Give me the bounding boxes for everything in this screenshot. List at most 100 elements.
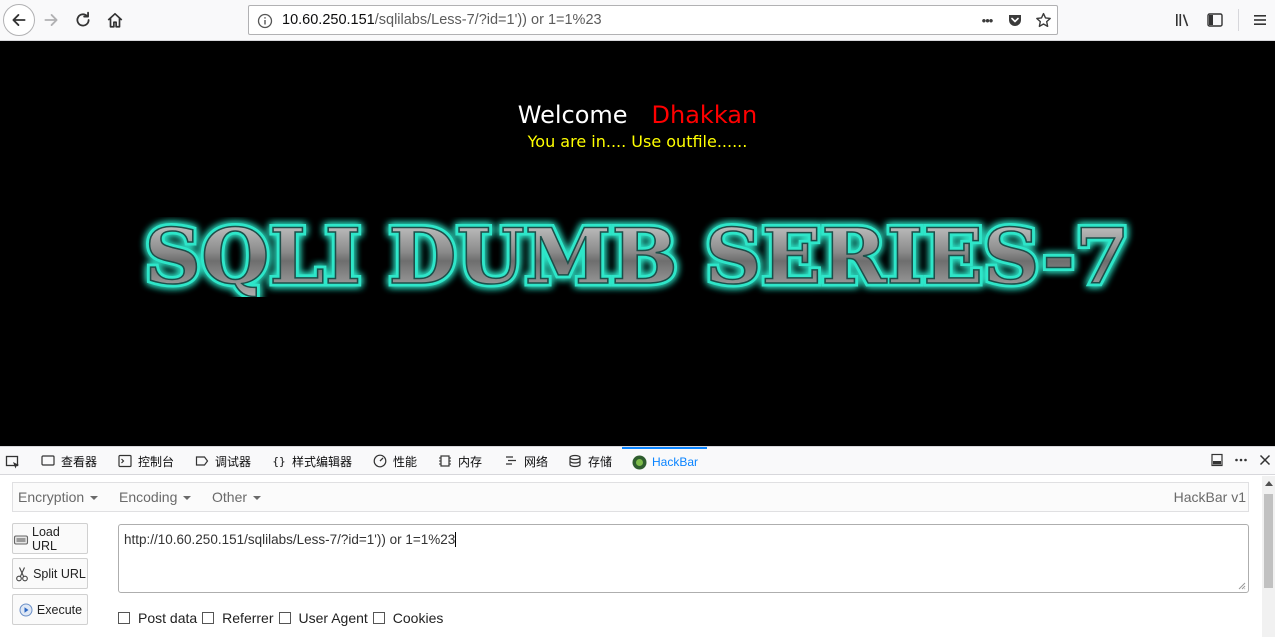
dock-button[interactable] bbox=[1209, 452, 1225, 468]
more-dots-icon: ••• bbox=[981, 12, 994, 28]
devtools-scrollbar[interactable] bbox=[1262, 476, 1275, 637]
page-content: Welcome Dhakkan You are in.... Use outfil… bbox=[0, 41, 1275, 446]
url-bar[interactable]: 10.60.250.151/sqlilabs/Less-7/?id=1')) o… bbox=[248, 5, 1058, 35]
text-cursor bbox=[455, 532, 457, 547]
menu-label: Encryption bbox=[18, 489, 85, 505]
execute-button[interactable]: Execute bbox=[12, 594, 88, 625]
pocket-button[interactable] bbox=[1005, 10, 1025, 30]
welcome-line: Welcome Dhakkan bbox=[0, 101, 1275, 129]
tab-label: 控制台 bbox=[138, 454, 175, 469]
site-info-icon[interactable] bbox=[257, 13, 273, 29]
series-banner-image: SQLI DUMB SERIES-7 SQLI DUMB SERIES-7 bbox=[141, 217, 1133, 297]
hackbar-url-textarea[interactable]: http://10.60.250.151/sqlilabs/Less-7/?id… bbox=[118, 524, 1249, 593]
split-url-button[interactable]: Split URL bbox=[12, 558, 88, 589]
storage-icon bbox=[567, 453, 583, 469]
cookies-checkbox[interactable] bbox=[372, 612, 385, 624]
tab-performance[interactable]: 性能 bbox=[372, 447, 417, 475]
menu-label: Other bbox=[212, 489, 248, 505]
referrer-checkbox[interactable] bbox=[202, 612, 215, 624]
url-text[interactable]: 10.60.250.151/sqlilabs/Less-7/?id=1')) o… bbox=[282, 12, 602, 28]
scrollbar-thumb[interactable] bbox=[1264, 494, 1273, 588]
style-editor-icon: {} bbox=[272, 454, 286, 468]
menu-button[interactable] bbox=[1249, 9, 1271, 31]
user-agent-option[interactable]: User Agent bbox=[278, 610, 368, 626]
user-name: Dhakkan bbox=[651, 101, 758, 129]
option-label: Cookies bbox=[392, 610, 444, 626]
tab-label: 存储 bbox=[588, 454, 613, 469]
post-data-option[interactable]: Post data bbox=[118, 610, 197, 626]
tab-network[interactable]: 网络 bbox=[503, 447, 548, 475]
load-url-icon bbox=[13, 531, 29, 547]
toolbar-right bbox=[1162, 9, 1275, 31]
memory-icon bbox=[437, 453, 453, 469]
inspector-icon bbox=[40, 453, 56, 469]
encoding-menu[interactable]: Encoding bbox=[119, 489, 192, 505]
tab-debugger[interactable]: 调试器 bbox=[194, 447, 251, 475]
hackbar-version: HackBar v1 bbox=[1173, 489, 1246, 505]
hamburger-menu-icon bbox=[1254, 15, 1266, 25]
debugger-icon bbox=[194, 453, 210, 469]
forward-button[interactable] bbox=[36, 5, 66, 35]
element-picker-icon[interactable] bbox=[5, 454, 21, 470]
tab-memory[interactable]: 内存 bbox=[437, 447, 482, 475]
tab-console[interactable]: 控制台 bbox=[117, 447, 174, 475]
tab-label: 性能 bbox=[393, 454, 418, 469]
back-button[interactable] bbox=[3, 4, 35, 36]
dropdown-caret-icon bbox=[183, 496, 192, 501]
cookies-option[interactable]: Cookies bbox=[372, 610, 444, 626]
button-label: Load URL bbox=[32, 524, 60, 553]
pocket-icon bbox=[1009, 15, 1021, 26]
tab-storage[interactable]: 存储 bbox=[567, 447, 612, 475]
execute-icon bbox=[18, 602, 34, 618]
more-icon bbox=[1235, 458, 1247, 462]
referrer-option[interactable]: Referrer bbox=[202, 610, 274, 626]
library-button[interactable] bbox=[1172, 9, 1194, 31]
dropdown-caret-icon bbox=[90, 496, 99, 501]
url-host: 10.60.250.151 bbox=[282, 12, 375, 28]
star-icon bbox=[1035, 12, 1051, 27]
close-devtools-button[interactable] bbox=[1257, 452, 1273, 468]
reload-button[interactable] bbox=[68, 5, 98, 35]
post-data-checkbox[interactable] bbox=[118, 612, 130, 624]
option-label: Referrer bbox=[222, 610, 274, 626]
button-label: Split URL bbox=[33, 566, 86, 581]
option-label: User Agent bbox=[298, 610, 368, 626]
tab-hackbar[interactable]: HackBar bbox=[622, 447, 708, 475]
hackbar-url-value: http://10.60.250.151/sqlilabs/Less-7/?id… bbox=[124, 532, 456, 547]
performance-icon bbox=[372, 453, 388, 469]
option-label: Post data bbox=[138, 610, 198, 626]
resize-grip-icon[interactable] bbox=[1238, 582, 1246, 590]
encryption-menu[interactable]: Encryption bbox=[18, 489, 99, 505]
scissors-icon bbox=[14, 566, 30, 582]
hackbar-options: Post data Referrer User Agent Cookies bbox=[118, 610, 448, 626]
tab-label: HackBar bbox=[652, 455, 699, 469]
close-icon bbox=[1259, 454, 1271, 466]
sidebar-button[interactable] bbox=[1204, 9, 1226, 31]
page-actions-button[interactable]: ••• bbox=[977, 10, 997, 30]
home-button[interactable] bbox=[100, 5, 130, 35]
tab-label: 网络 bbox=[524, 454, 549, 469]
home-icon bbox=[107, 12, 123, 28]
devtools-tabbar: 查看器 控制台 调试器 {} 样式编辑器 性能 内存 网络 存储 HackBar bbox=[0, 446, 1275, 475]
console-icon bbox=[117, 453, 133, 469]
tab-label: 内存 bbox=[458, 454, 483, 469]
dropdown-caret-icon bbox=[253, 496, 262, 501]
devtools-menu-button[interactable] bbox=[1233, 452, 1249, 468]
tab-label: 调试器 bbox=[215, 454, 252, 469]
load-url-button[interactable]: Load URL bbox=[12, 523, 88, 554]
tab-label: 查看器 bbox=[61, 454, 98, 469]
tab-style-editor[interactable]: {} 样式编辑器 bbox=[271, 447, 352, 475]
dock-icon bbox=[1211, 453, 1223, 467]
hackbar-menu: Encryption Encoding Other HackBar v1 bbox=[12, 482, 1249, 512]
user-agent-checkbox[interactable] bbox=[278, 612, 291, 624]
banner-text: SQLI DUMB SERIES-7 bbox=[145, 217, 1130, 297]
hackbar-icon bbox=[631, 454, 647, 470]
forward-arrow-icon bbox=[44, 14, 58, 26]
network-icon bbox=[503, 453, 519, 469]
status-message: You are in.... Use outfile...... bbox=[527, 132, 748, 151]
library-icon bbox=[1176, 14, 1189, 27]
bookmark-button[interactable] bbox=[1033, 10, 1053, 30]
tab-inspector[interactable]: 查看器 bbox=[40, 447, 97, 475]
other-menu[interactable]: Other bbox=[212, 489, 262, 505]
scroll-up-arrow-icon[interactable] bbox=[1265, 481, 1273, 486]
